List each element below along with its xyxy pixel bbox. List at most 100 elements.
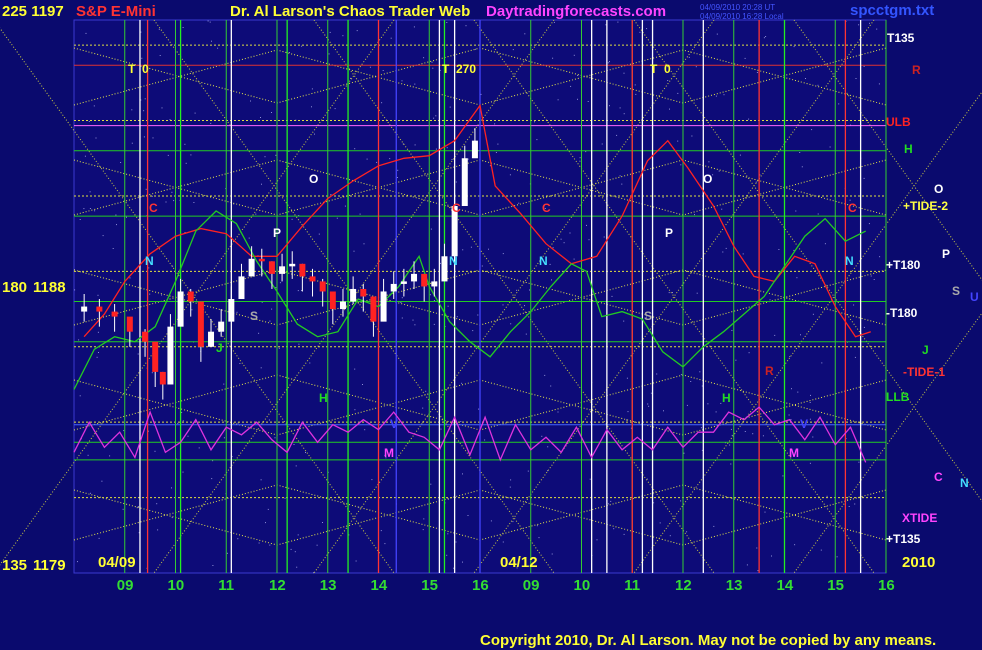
star bbox=[549, 263, 551, 265]
star bbox=[151, 372, 153, 374]
star bbox=[453, 567, 455, 569]
star bbox=[838, 103, 840, 105]
right-label: +T135 bbox=[886, 532, 921, 546]
star bbox=[207, 20, 209, 22]
star bbox=[797, 391, 799, 393]
star bbox=[722, 251, 724, 253]
star bbox=[696, 292, 698, 294]
copyright: Copyright 2010, Dr. Al Larson. May not b… bbox=[480, 632, 936, 649]
star bbox=[77, 561, 78, 563]
star bbox=[93, 105, 95, 107]
star bbox=[435, 115, 437, 117]
star bbox=[430, 228, 432, 230]
star bbox=[725, 247, 727, 249]
star bbox=[588, 239, 590, 241]
price-bar bbox=[380, 291, 387, 322]
star bbox=[509, 486, 511, 488]
star bbox=[173, 200, 175, 202]
star bbox=[541, 435, 543, 437]
star bbox=[267, 508, 269, 510]
right-label: S bbox=[952, 284, 960, 298]
star bbox=[422, 407, 424, 409]
star bbox=[855, 78, 857, 79]
price-bar bbox=[218, 321, 225, 332]
star bbox=[854, 503, 856, 505]
star bbox=[669, 108, 670, 110]
star bbox=[811, 129, 813, 131]
star bbox=[279, 282, 281, 284]
chart-letter: R bbox=[765, 364, 774, 378]
star bbox=[746, 564, 748, 566]
price-bar bbox=[329, 291, 336, 310]
star bbox=[570, 85, 572, 87]
star bbox=[801, 166, 803, 168]
chart-title: Dr. Al Larson's Chaos Trader Web bbox=[230, 3, 470, 20]
star bbox=[301, 290, 302, 291]
star bbox=[184, 143, 186, 145]
x-tick-label: 15 bbox=[421, 577, 438, 594]
star bbox=[301, 45, 303, 47]
star bbox=[627, 411, 629, 413]
chaos-trader-chart: C N O P S H J V M C N C N P S O H R V M C N T135 R ULB H O +TIDE-2… bbox=[0, 0, 982, 650]
star bbox=[585, 151, 587, 153]
star bbox=[143, 136, 145, 138]
date-label-middle: 04/12 bbox=[500, 554, 538, 571]
star bbox=[171, 191, 173, 193]
star bbox=[89, 208, 91, 209]
price-bar bbox=[197, 301, 204, 347]
star bbox=[165, 201, 167, 203]
star bbox=[869, 22, 870, 24]
star bbox=[334, 108, 336, 110]
star bbox=[879, 256, 881, 258]
x-tick-label: 11 bbox=[218, 577, 234, 594]
star bbox=[177, 422, 179, 424]
star bbox=[116, 224, 117, 226]
star bbox=[551, 553, 553, 555]
price-bar bbox=[421, 273, 428, 287]
star bbox=[609, 105, 610, 107]
star bbox=[181, 412, 183, 413]
chart-letter: P bbox=[273, 226, 281, 240]
star bbox=[455, 181, 457, 183]
star bbox=[295, 465, 297, 467]
right-label: U bbox=[970, 290, 979, 304]
star bbox=[821, 362, 823, 364]
star bbox=[250, 100, 251, 102]
star bbox=[260, 479, 262, 481]
chart-letter: C bbox=[452, 201, 461, 215]
star bbox=[369, 66, 371, 68]
chart-letter: O bbox=[703, 172, 712, 186]
star bbox=[264, 156, 266, 158]
star bbox=[490, 520, 492, 522]
star bbox=[748, 352, 750, 354]
star bbox=[291, 218, 293, 220]
star bbox=[451, 159, 453, 160]
star bbox=[226, 552, 228, 554]
star bbox=[765, 36, 767, 37]
right-label: N bbox=[960, 476, 969, 490]
star bbox=[550, 385, 552, 387]
star bbox=[354, 368, 356, 370]
star bbox=[713, 525, 715, 527]
star bbox=[143, 110, 145, 112]
star bbox=[284, 497, 286, 499]
star bbox=[817, 84, 819, 86]
star bbox=[848, 506, 850, 507]
star bbox=[868, 223, 870, 225]
star bbox=[650, 392, 652, 394]
star bbox=[462, 473, 463, 475]
star bbox=[551, 279, 552, 281]
star bbox=[401, 80, 403, 82]
star bbox=[677, 92, 679, 94]
right-label: +T180 bbox=[886, 258, 921, 272]
star bbox=[297, 534, 299, 536]
star bbox=[194, 112, 196, 114]
star bbox=[510, 323, 512, 325]
star bbox=[715, 95, 717, 97]
star bbox=[730, 463, 732, 465]
chart-letter: C bbox=[542, 201, 551, 215]
star bbox=[478, 408, 480, 410]
star bbox=[805, 78, 806, 79]
star bbox=[397, 169, 399, 171]
star bbox=[560, 238, 562, 240]
